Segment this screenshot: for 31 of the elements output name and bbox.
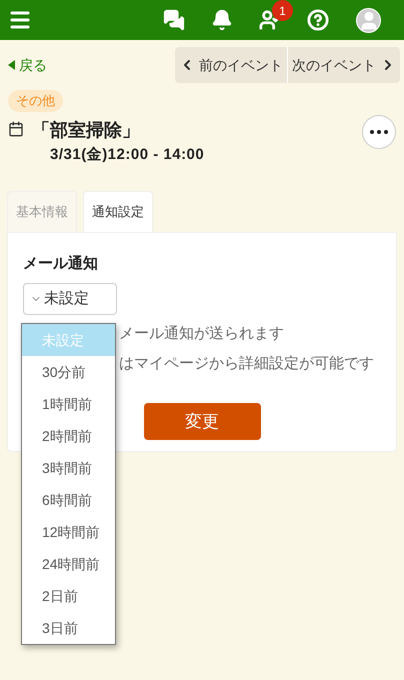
- next-event-button[interactable]: 次のイベント: [288, 47, 400, 83]
- dropdown-option[interactable]: 3日前: [22, 612, 115, 644]
- dropdown-option[interactable]: 2日前: [22, 580, 115, 612]
- category-tag: その他: [8, 90, 63, 112]
- change-button[interactable]: 変更: [144, 403, 260, 440]
- dropdown-option[interactable]: 1時間前: [22, 388, 115, 420]
- event-datetime: 3/31(金)12:00 - 14:00: [50, 145, 206, 165]
- event-title: 「部室掃除」: [32, 119, 141, 142]
- calendar-icon: [8, 121, 24, 137]
- help-icon[interactable]: [307, 9, 329, 31]
- bell-icon[interactable]: [211, 9, 233, 31]
- previous-event-button[interactable]: 前のイベント: [175, 47, 288, 83]
- more-button[interactable]: [362, 115, 396, 149]
- dropdown-option[interactable]: 6時間前: [22, 484, 115, 516]
- more-icon: [370, 130, 388, 134]
- help-text: はマイページから詳細設定が可能です: [119, 354, 374, 374]
- select-field[interactable]: 未設定: [23, 283, 117, 315]
- tab[interactable]: 通知設定: [83, 190, 153, 232]
- chat-icon[interactable]: [163, 9, 185, 31]
- help-text: メール通知が送られます: [119, 324, 284, 344]
- dropdown-option[interactable]: 3時間前: [22, 452, 115, 484]
- dropdown-option[interactable]: 24時間前: [22, 548, 115, 580]
- triangle-icon: [8, 60, 15, 70]
- dropdown-option[interactable]: 12時間前: [22, 516, 115, 548]
- notification-badge: 1: [272, 0, 293, 21]
- back-link[interactable]: 戻る: [8, 54, 47, 76]
- section-heading: メール通知: [23, 254, 99, 274]
- user-check-icon[interactable]: [259, 9, 281, 31]
- dropdown-option[interactable]: 2時間前: [22, 420, 115, 452]
- dropdown-option[interactable]: 30分前: [22, 356, 115, 388]
- avatar[interactable]: [356, 8, 381, 32]
